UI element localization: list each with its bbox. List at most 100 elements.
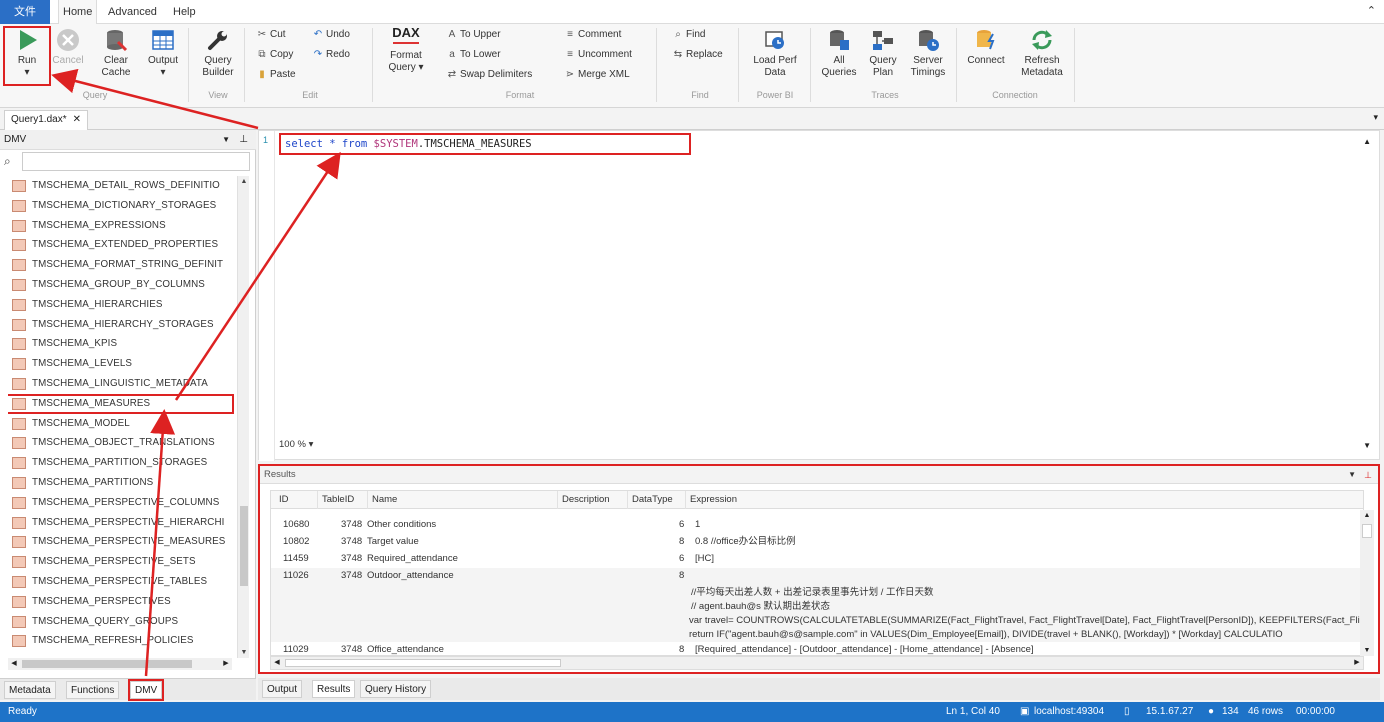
comment-button[interactable]: ≡ Comment xyxy=(564,28,621,42)
scroll-left-icon[interactable]: ◀ xyxy=(8,658,20,670)
scroll-right-icon[interactable]: ▶ xyxy=(220,658,232,670)
uncomment-button[interactable]: ≡ Uncomment xyxy=(564,48,632,62)
clear-cache-button[interactable]: Clear Cache xyxy=(96,28,136,79)
list-item[interactable]: TMSCHEMA_PERSPECTIVES xyxy=(8,592,234,612)
refresh-metadata-button[interactable]: Refresh Metadata xyxy=(1014,28,1070,79)
scroll-thumb[interactable] xyxy=(22,660,192,668)
column-header-description[interactable]: Description xyxy=(557,491,610,509)
column-header-expression[interactable]: Expression xyxy=(685,491,737,509)
list-item[interactable]: TMSCHEMA_PARTITION_STORAGES xyxy=(8,453,234,473)
query-document-tab[interactable]: Query1.dax* ✕ xyxy=(4,110,88,130)
paste-button[interactable]: ▮ Paste xyxy=(256,68,295,82)
list-item[interactable]: TMSCHEMA_PERSPECTIVE_COLUMNS xyxy=(8,493,234,513)
list-item[interactable]: TMSCHEMA_OBJECT_TRANSLATIONS xyxy=(8,433,234,453)
tab-list-dropdown-icon[interactable]: ▾ xyxy=(1373,112,1378,123)
list-item[interactable]: TMSCHEMA_EXTENDED_PROPERTIES xyxy=(8,235,234,255)
query-text[interactable]: select * from $SYSTEM.TMSCHEMA_MEASURES xyxy=(279,133,691,155)
list-item[interactable]: TMSCHEMA_HIERARCHIES xyxy=(8,295,234,315)
editor-scroll-up-icon[interactable]: ▲ xyxy=(1363,137,1371,146)
pin-icon[interactable]: ⊥ xyxy=(239,130,248,150)
tab-help[interactable]: Help xyxy=(173,0,196,24)
output-button[interactable]: Output ▾ xyxy=(142,28,184,79)
load-perf-data-button[interactable]: Load Perf Data xyxy=(746,28,804,79)
table-row[interactable]: 11459 3748 Required_attendance 6 [HC] xyxy=(271,551,1363,567)
list-item[interactable]: TMSCHEMA_PERSPECTIVE_TABLES xyxy=(8,572,234,592)
column-header-tableid[interactable]: TableID xyxy=(317,491,354,509)
column-header-datatype[interactable]: DataType xyxy=(627,491,673,509)
scroll-thumb[interactable] xyxy=(240,506,248,586)
file-menu[interactable]: 文件 xyxy=(0,0,50,24)
tab-home[interactable]: Home xyxy=(58,0,98,24)
results-dropdown-icon[interactable]: ▼ xyxy=(1348,466,1356,484)
find-button[interactable]: ⌕ Find xyxy=(672,28,705,42)
scroll-thumb[interactable] xyxy=(285,659,561,667)
cancel-button[interactable]: Cancel xyxy=(50,28,86,67)
tab-metadata[interactable]: Metadata xyxy=(4,681,56,699)
column-header-id[interactable]: ID xyxy=(275,491,289,509)
format-query-button[interactable]: DAX Format Query ▾ xyxy=(382,26,430,74)
table-row[interactable]: 10802 3748 Target value 8 0.8 //office办公目标比例 xyxy=(271,534,1363,550)
list-item[interactable]: TMSCHEMA_MODEL xyxy=(8,414,234,434)
to-lower-button[interactable]: a To Lower xyxy=(446,48,500,62)
scroll-left-icon[interactable]: ◀ xyxy=(271,657,283,669)
results-pin-icon[interactable]: ⊥ xyxy=(1364,466,1372,484)
grid-vertical-scrollbar[interactable]: ▲ ▼ xyxy=(1360,510,1374,656)
list-item[interactable]: TMSCHEMA_QUERY_GROUPS xyxy=(8,612,234,632)
list-item[interactable]: TMSCHEMA_DICTIONARY_STORAGES xyxy=(8,196,234,216)
dmv-horizontal-scrollbar[interactable]: ◀ ▶ xyxy=(8,658,232,670)
table-row[interactable]: 11029 3748 Office_attendance 8 [Required_att… xyxy=(271,642,1363,655)
scroll-up-icon[interactable]: ▲ xyxy=(1360,512,1374,519)
editor-scroll-down-icon[interactable]: ▼ xyxy=(1363,441,1371,450)
scroll-thumb[interactable] xyxy=(1362,524,1372,538)
list-item[interactable]: TMSCHEMA_DETAIL_ROWS_DEFINITIO xyxy=(8,176,234,196)
scroll-down-icon[interactable]: ▼ xyxy=(1360,647,1374,654)
tab-query-history[interactable]: Query History xyxy=(360,680,432,698)
list-item[interactable]: TMSCHEMA_PARTITIONS xyxy=(8,473,234,493)
undo-button[interactable]: ↶ Undo xyxy=(312,28,350,42)
zoom-level[interactable]: 100 % ▾ xyxy=(279,439,313,450)
server-name[interactable]: localhost:49304 xyxy=(1034,702,1104,722)
tab-dmv[interactable]: DMV xyxy=(127,679,165,701)
list-item[interactable]: TMSCHEMA_GROUP_BY_COLUMNS xyxy=(8,275,234,295)
scroll-up-icon[interactable]: ▲ xyxy=(238,178,250,185)
dmv-item-tmschema-measures[interactable]: TMSCHEMA_MEASURES xyxy=(8,393,234,414)
query-builder-button[interactable]: Query Builder xyxy=(196,28,240,79)
list-item[interactable]: TMSCHEMA_PERSPECTIVE_MEASURES xyxy=(8,532,234,552)
connect-button[interactable]: Connect xyxy=(962,28,1010,67)
server-timings-button[interactable]: Server Timings xyxy=(904,28,952,79)
list-item[interactable]: TMSCHEMA_FORMAT_STRING_DEFINIT xyxy=(8,255,234,275)
tab-advanced[interactable]: Advanced xyxy=(108,0,157,24)
dmv-vertical-scrollbar[interactable]: ▲ ▼ xyxy=(237,176,249,658)
list-item[interactable]: TMSCHEMA_PERSPECTIVE_HIERARCHI xyxy=(8,513,234,533)
grid-horizontal-scrollbar[interactable]: ◀ ▶ xyxy=(270,656,1364,670)
query-plan-button[interactable]: Query Plan xyxy=(862,28,904,79)
merge-xml-button[interactable]: ⋗ Merge XML xyxy=(564,68,630,82)
list-item[interactable]: TMSCHEMA_EXPRESSIONS xyxy=(8,216,234,236)
swap-delimiters-button[interactable]: ⇄ Swap Delimiters xyxy=(446,68,532,82)
list-item[interactable]: TMSCHEMA_REFRESH_POLICIES xyxy=(8,631,234,651)
table-row[interactable]: 10680 3748 Other conditions 6 1 xyxy=(271,517,1363,533)
scroll-down-icon[interactable]: ▼ xyxy=(238,649,250,656)
to-upper-button[interactable]: A To Upper xyxy=(446,28,501,42)
redo-button[interactable]: ↷ Redo xyxy=(312,48,350,62)
dmv-search-input[interactable] xyxy=(22,152,250,171)
replace-button[interactable]: ⇆ Replace xyxy=(672,48,723,62)
cut-button[interactable]: ✂ Cut xyxy=(256,28,286,42)
tab-results[interactable]: Results xyxy=(312,680,356,698)
tab-functions[interactable]: Functions xyxy=(66,681,120,699)
list-item[interactable]: TMSCHEMA_LINGUISTIC_METADATA xyxy=(8,374,234,394)
panel-dropdown-icon[interactable]: ▼ xyxy=(222,130,230,150)
collapse-ribbon-icon[interactable]: ⌃ xyxy=(1367,4,1376,17)
query-editor[interactable]: 1 select * from $SYSTEM.TMSCHEMA_MEASURE… xyxy=(258,130,1380,461)
tab-output[interactable]: Output xyxy=(262,680,303,698)
list-item[interactable]: TMSCHEMA_KPIS xyxy=(8,334,234,354)
list-item[interactable]: TMSCHEMA_PERSPECTIVE_SETS xyxy=(8,552,234,572)
output-dropdown-icon[interactable]: ▾ xyxy=(160,67,165,78)
column-header-name[interactable]: Name xyxy=(367,491,397,509)
close-tab-icon[interactable]: ✕ xyxy=(73,114,81,125)
scroll-right-icon[interactable]: ▶ xyxy=(1351,657,1363,669)
list-item[interactable]: TMSCHEMA_LEVELS xyxy=(8,354,234,374)
copy-button[interactable]: ⧉ Copy xyxy=(256,48,293,62)
list-item[interactable]: TMSCHEMA_HIERARCHY_STORAGES xyxy=(8,315,234,335)
all-queries-button[interactable]: All Queries xyxy=(816,28,862,79)
